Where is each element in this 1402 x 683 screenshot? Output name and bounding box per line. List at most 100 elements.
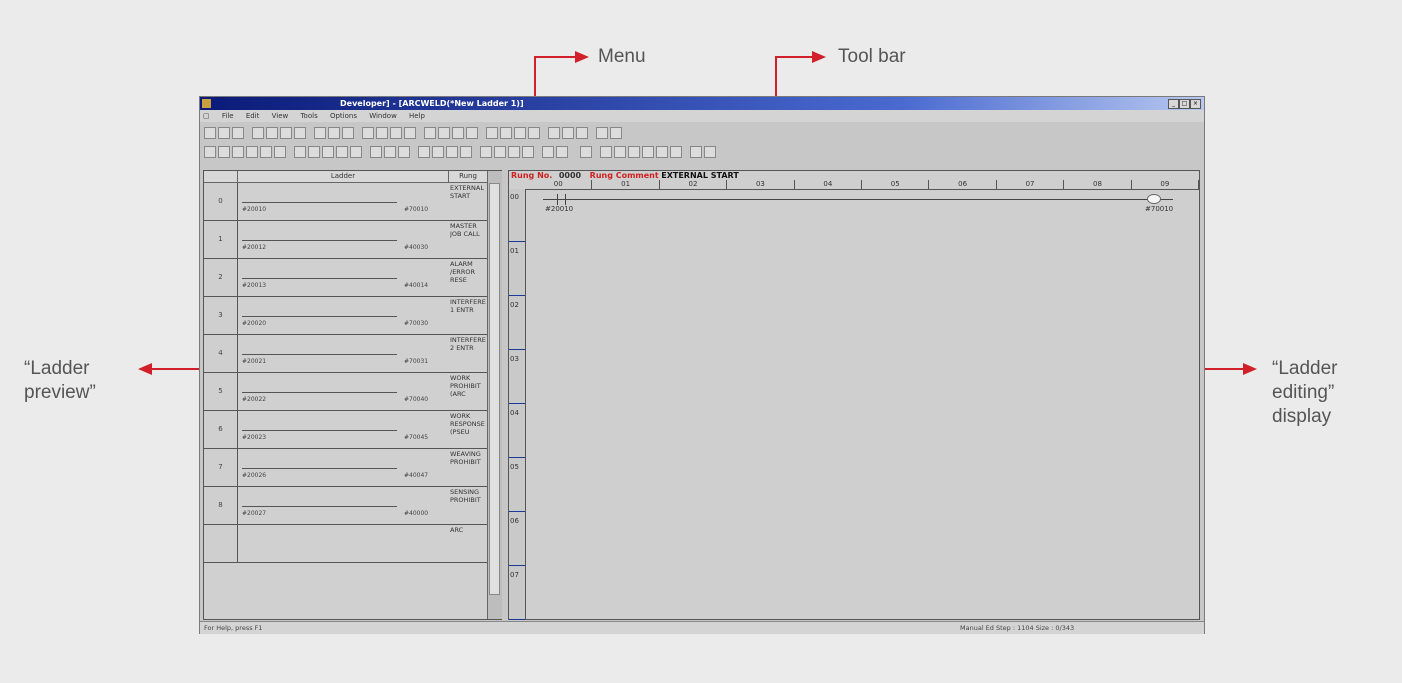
menu-item-tools[interactable]: Tools	[300, 112, 317, 120]
instruction-add-icon[interactable]	[398, 146, 410, 158]
forward-icon[interactable]	[610, 127, 622, 139]
instruction-bin-icon[interactable]	[522, 146, 534, 158]
upload-icon[interactable]	[390, 127, 402, 139]
menu-item-edit[interactable]: Edit	[246, 112, 260, 120]
preview-rung-row[interactable]: 5 #20022 #70040 WORK PROHIBIT (ARC	[204, 373, 487, 411]
settings-icon[interactable]	[424, 127, 436, 139]
find-next-icon[interactable]	[500, 127, 512, 139]
menu-item-options[interactable]: Options	[330, 112, 357, 120]
instruction-shl-icon[interactable]	[480, 146, 492, 158]
preview-rung-row[interactable]: ARC	[204, 525, 487, 563]
instruction-mov-icon[interactable]	[384, 146, 396, 158]
redo-icon[interactable]	[328, 127, 340, 139]
ladder-preview-pane[interactable]: Ladder Rung 0 #20010 #70010 EXTERNAL START 1…	[203, 170, 502, 620]
insert-block-icon[interactable]	[670, 146, 682, 158]
instruction-cnt-icon[interactable]	[350, 146, 362, 158]
find-icon[interactable]	[486, 127, 498, 139]
rung-number	[204, 525, 238, 562]
insert-vertical-icon[interactable]	[642, 146, 654, 158]
cross-ref-icon[interactable]	[548, 127, 560, 139]
output-address: #40000	[404, 510, 429, 517]
goto-icon[interactable]	[528, 127, 540, 139]
preview-rung-row[interactable]: 4 #20021 #70031 INTERFERENCE 2 ENTR	[204, 335, 487, 373]
back-icon[interactable]	[596, 127, 608, 139]
instruction-shr-icon[interactable]	[494, 146, 506, 158]
maximize-button[interactable]: □	[1179, 99, 1190, 109]
preview-rung-row[interactable]: 6 #20023 #70045 WORK RESPONSE (PSEU	[204, 411, 487, 449]
close-button[interactable]: ×	[1190, 99, 1201, 109]
preview-rung-row[interactable]: 7 #20026 #40047 WEAVING PROHIBIT	[204, 449, 487, 487]
help-icon[interactable]	[466, 127, 478, 139]
instruction-fn2-icon[interactable]	[556, 146, 568, 158]
instruction-div-icon[interactable]	[446, 146, 458, 158]
print-icon[interactable]	[342, 127, 354, 139]
cut-icon[interactable]	[252, 127, 264, 139]
preview-rung-row[interactable]: 3 #20020 #70030 INTERFERENCE 1 ENTR	[204, 297, 487, 335]
coil-icon[interactable]	[1147, 194, 1161, 204]
menu-item-help[interactable]: Help	[409, 112, 425, 120]
instruction-str-icon[interactable]	[204, 146, 216, 158]
insert-contact-icon[interactable]	[600, 146, 612, 158]
xref-jump-icon[interactable]	[576, 127, 588, 139]
menu-callout-label: Menu	[598, 46, 646, 67]
preview-scrollbar[interactable]	[487, 171, 502, 619]
menu-bar: ▢ File Edit View Tools Options Window He…	[200, 110, 1204, 122]
instruction-sub-icon[interactable]	[418, 146, 430, 158]
menu-item-file[interactable]: File	[222, 112, 234, 120]
rung-comment: INTERFERENCE 1 ENTR	[450, 298, 486, 314]
comment-toggle-icon[interactable]	[704, 146, 716, 158]
copy-icon[interactable]	[266, 127, 278, 139]
minimize-button[interactable]: _	[1168, 99, 1179, 109]
delete-element-icon[interactable]	[580, 146, 592, 158]
instruction-mod-icon[interactable]	[460, 146, 472, 158]
new-icon[interactable]	[204, 127, 216, 139]
menu-item-view[interactable]: View	[272, 112, 289, 120]
preview-rung-row[interactable]: 1 #20012 #40030 MASTER JOB CALL	[204, 221, 487, 259]
menu-callout-line-h	[534, 56, 576, 58]
undo-icon[interactable]	[314, 127, 326, 139]
instruction-or-not-icon[interactable]	[274, 146, 286, 158]
instruction-rst-icon[interactable]	[322, 146, 334, 158]
insert-line-icon[interactable]	[656, 146, 668, 158]
database-icon[interactable]	[452, 127, 464, 139]
instruction-set-icon[interactable]	[308, 146, 320, 158]
replace-icon[interactable]	[514, 127, 526, 139]
output-address: #40014	[404, 282, 429, 289]
rung-number: 8	[204, 487, 238, 524]
xref-list-icon[interactable]	[562, 127, 574, 139]
menu-item-window[interactable]: Window	[369, 112, 397, 120]
preview-rung-row[interactable]: 0 #20010 #70010 EXTERNAL START	[204, 183, 487, 221]
preview-header-ladder: Ladder	[238, 171, 449, 183]
preview-rung-row[interactable]: 2 #20013 #40014 ALARM /ERROR RESE	[204, 259, 487, 297]
rung-comment: MASTER JOB CALL	[450, 222, 480, 238]
instruction-str-not-icon[interactable]	[246, 146, 258, 158]
ladder-editing-pane[interactable]: Rung No. 0000 Rung Comment EXTERNAL STAR…	[508, 170, 1200, 620]
save-icon[interactable]	[232, 127, 244, 139]
instruction-bcd-icon[interactable]	[508, 146, 520, 158]
instruction-or-icon[interactable]	[232, 146, 244, 158]
monitor-icon[interactable]	[404, 127, 416, 139]
scroll-thumb[interactable]	[489, 183, 500, 595]
open-icon[interactable]	[218, 127, 230, 139]
instruction-fn1-icon[interactable]	[542, 146, 554, 158]
instruction-out-icon[interactable]	[294, 146, 306, 158]
delete-icon[interactable]	[294, 127, 306, 139]
rung-line	[242, 202, 397, 203]
compile-icon[interactable]	[362, 127, 374, 139]
column-label: 06	[929, 180, 997, 189]
library-icon[interactable]	[438, 127, 450, 139]
row-label: 07	[510, 571, 519, 579]
instruction-mul-icon[interactable]	[432, 146, 444, 158]
rung-comment: WEAVING PROHIBIT	[450, 450, 481, 466]
insert-branch-icon[interactable]	[614, 146, 626, 158]
window-layout-icon[interactable]	[690, 146, 702, 158]
toolbar-callout-arrow	[812, 51, 826, 63]
paste-icon[interactable]	[280, 127, 292, 139]
instruction-cmp-icon[interactable]	[370, 146, 382, 158]
instruction-tmr-icon[interactable]	[336, 146, 348, 158]
instruction-and-icon[interactable]	[218, 146, 230, 158]
preview-rung-row[interactable]: 8 #20027 #40000 SENSING PROHIBIT	[204, 487, 487, 525]
download-icon[interactable]	[376, 127, 388, 139]
instruction-and-not-icon[interactable]	[260, 146, 272, 158]
insert-coil-icon[interactable]	[628, 146, 640, 158]
